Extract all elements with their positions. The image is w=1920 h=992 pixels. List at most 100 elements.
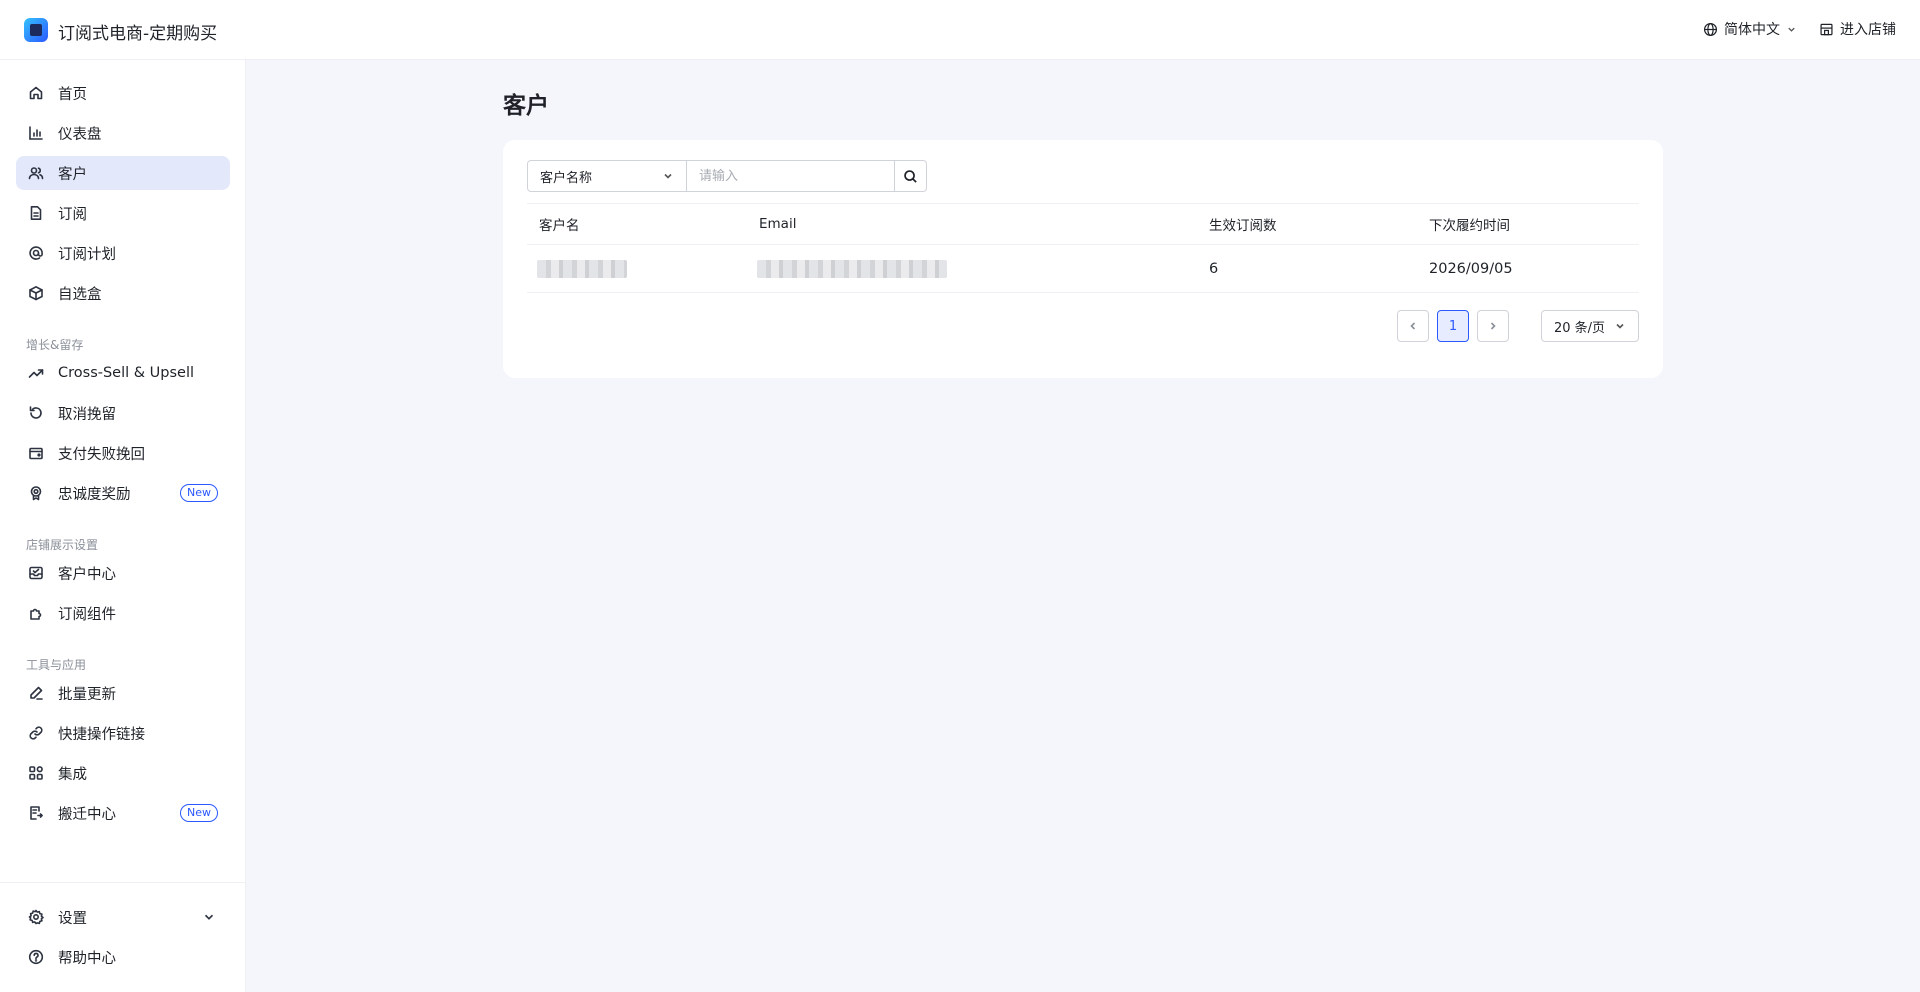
sidebar-item-label: 帮助中心 bbox=[58, 950, 116, 967]
search-input[interactable] bbox=[687, 160, 895, 192]
new-badge: New bbox=[180, 484, 218, 502]
pagination: 1 20 条/页 bbox=[1397, 310, 1639, 342]
sidebar-item-customers[interactable]: 客户 bbox=[16, 156, 230, 190]
edit-icon bbox=[28, 685, 44, 701]
filter-field-select[interactable]: 客户名称 bbox=[527, 160, 687, 192]
table-header: 客户名 Email 生效订阅数 下次履约时间 bbox=[527, 203, 1639, 245]
sidebar-item-integrations[interactable]: 集成 bbox=[16, 756, 230, 790]
sidebar-item-customer-center[interactable]: 客户中心 bbox=[16, 556, 230, 590]
sidebar-item-label: 搬迁中心 bbox=[58, 806, 116, 823]
column-header-email: Email bbox=[759, 216, 797, 232]
filter-field-label: 客户名称 bbox=[540, 170, 593, 186]
inbox-icon bbox=[28, 565, 44, 581]
sidebar-item-quick-links[interactable]: 快捷操作链接 bbox=[16, 716, 230, 750]
chevron-down-icon bbox=[1788, 27, 1795, 32]
sidebar-item-label: 首页 bbox=[58, 86, 87, 103]
store-icon bbox=[1820, 23, 1833, 35]
language-label: 简体中文 bbox=[1724, 22, 1780, 38]
sidebar-item-label: 快捷操作链接 bbox=[58, 726, 145, 743]
section-label-tools: 工具与应用 bbox=[26, 658, 87, 672]
app-logo bbox=[24, 18, 48, 42]
next-page-button[interactable] bbox=[1477, 310, 1509, 342]
trending-up-icon bbox=[28, 365, 44, 381]
sidebar-item-home[interactable]: 首页 bbox=[16, 76, 230, 110]
puzzle-icon bbox=[28, 605, 44, 621]
next-fulfillment-cell: 2026/09/05 bbox=[1429, 260, 1513, 277]
box-icon bbox=[28, 285, 44, 301]
enter-store-button[interactable]: 进入店铺 bbox=[1819, 19, 1896, 39]
users-icon bbox=[28, 165, 44, 181]
at-sign-icon bbox=[28, 245, 44, 261]
sidebar-item-label: 支付失败挽回 bbox=[58, 446, 145, 463]
sidebar-item-label: Cross-Sell & Upsell bbox=[58, 365, 195, 381]
header-actions: 简体中文 进入店铺 bbox=[1703, 19, 1896, 39]
section-label-growth: 增长&留存 bbox=[26, 338, 84, 352]
sidebar-item-label: 订阅组件 bbox=[58, 606, 116, 623]
app-title: 订阅式电商-定期购买 bbox=[58, 24, 218, 44]
undo-icon bbox=[28, 405, 44, 421]
apps-icon bbox=[28, 765, 44, 781]
chevron-right-icon bbox=[1490, 322, 1496, 330]
column-header-name: 客户名 bbox=[539, 218, 580, 234]
sidebar-item-cross-sell[interactable]: Cross-Sell & Upsell bbox=[16, 356, 230, 390]
prev-page-button[interactable] bbox=[1397, 310, 1429, 342]
section-label-store: 店铺展示设置 bbox=[26, 538, 99, 552]
column-header-next-fulfillment: 下次履约时间 bbox=[1429, 218, 1510, 234]
sidebar-item-label: 设置 bbox=[58, 910, 87, 927]
award-icon bbox=[28, 485, 44, 501]
customers-table: 客户名 Email 生效订阅数 下次履约时间 6 2026/09/05 bbox=[527, 203, 1639, 293]
wallet-icon bbox=[28, 445, 44, 461]
document-icon bbox=[28, 205, 44, 221]
table-row[interactable]: 6 2026/09/05 bbox=[527, 245, 1639, 293]
sidebar-item-label: 自选盒 bbox=[58, 286, 102, 303]
help-icon bbox=[28, 949, 44, 965]
sidebar-item-subscription-plans[interactable]: 订阅计划 bbox=[16, 236, 230, 270]
sidebar-item-label: 客户 bbox=[58, 166, 87, 183]
customers-card: 客户名称 客户名 Email 生效订阅数 下次履约时间 6 2026/09/05… bbox=[503, 140, 1663, 378]
new-badge: New bbox=[180, 804, 218, 822]
sidebar-item-label: 客户中心 bbox=[58, 566, 116, 583]
sidebar-item-label: 忠诚度奖励 bbox=[58, 486, 131, 503]
sidebar-item-label: 取消挽留 bbox=[58, 406, 116, 423]
sidebar-item-bulk-update[interactable]: 批量更新 bbox=[16, 676, 230, 710]
language-selector[interactable]: 简体中文 bbox=[1703, 19, 1797, 39]
sidebar-item-label: 仪表盘 bbox=[58, 126, 102, 143]
column-header-active-subscriptions: 生效订阅数 bbox=[1209, 218, 1277, 234]
page-title: 客户 bbox=[503, 93, 549, 119]
sidebar-item-settings[interactable]: 设置 bbox=[16, 900, 230, 934]
chevron-down-icon bbox=[1616, 323, 1624, 329]
gear-icon bbox=[28, 909, 44, 925]
sidebar-item-custom-box[interactable]: 自选盒 bbox=[16, 276, 230, 310]
sidebar-item-help[interactable]: 帮助中心 bbox=[16, 940, 230, 974]
link-icon bbox=[28, 725, 44, 741]
sidebar-item-loyalty[interactable]: 忠诚度奖励 New bbox=[16, 476, 230, 510]
migrate-icon bbox=[28, 805, 44, 821]
sidebar-item-label: 订阅计划 bbox=[58, 246, 116, 263]
page-size-select[interactable]: 20 条/页 bbox=[1541, 310, 1639, 342]
sidebar-item-subscription-widget[interactable]: 订阅组件 bbox=[16, 596, 230, 630]
chevron-down-icon bbox=[204, 914, 214, 920]
sidebar-item-cancel-retention[interactable]: 取消挽留 bbox=[16, 396, 230, 430]
bar-chart-icon bbox=[28, 125, 44, 141]
sidebar: 首页 仪表盘 客户 订阅 订阅计划 自选盒 增长&留存 Cross-Sell &… bbox=[0, 60, 246, 992]
top-bar: 订阅式电商-定期购买 简体中文 进入店铺 bbox=[0, 0, 1920, 60]
globe-icon bbox=[1703, 22, 1718, 36]
sidebar-item-dashboard[interactable]: 仪表盘 bbox=[16, 116, 230, 150]
sidebar-item-label: 订阅 bbox=[58, 206, 87, 223]
page-size-label: 20 条/页 bbox=[1554, 320, 1606, 336]
search-icon bbox=[904, 169, 917, 183]
sidebar-item-subscriptions[interactable]: 订阅 bbox=[16, 196, 230, 230]
sidebar-item-label: 批量更新 bbox=[58, 686, 116, 703]
chevron-down-icon bbox=[664, 173, 672, 179]
search-filter: 客户名称 bbox=[527, 160, 927, 192]
search-button[interactable] bbox=[895, 160, 927, 192]
chevron-left-icon bbox=[1410, 322, 1416, 330]
sidebar-item-payment-recovery[interactable]: 支付失败挽回 bbox=[16, 436, 230, 470]
enter-store-label: 进入店铺 bbox=[1840, 22, 1896, 38]
active-subscriptions-cell: 6 bbox=[1209, 260, 1219, 277]
sidebar-divider bbox=[0, 882, 246, 883]
sidebar-item-migration-center[interactable]: 搬迁中心 New bbox=[16, 796, 230, 830]
page-number-button[interactable]: 1 bbox=[1437, 310, 1469, 342]
sidebar-item-label: 集成 bbox=[58, 766, 87, 783]
home-icon bbox=[28, 85, 44, 101]
